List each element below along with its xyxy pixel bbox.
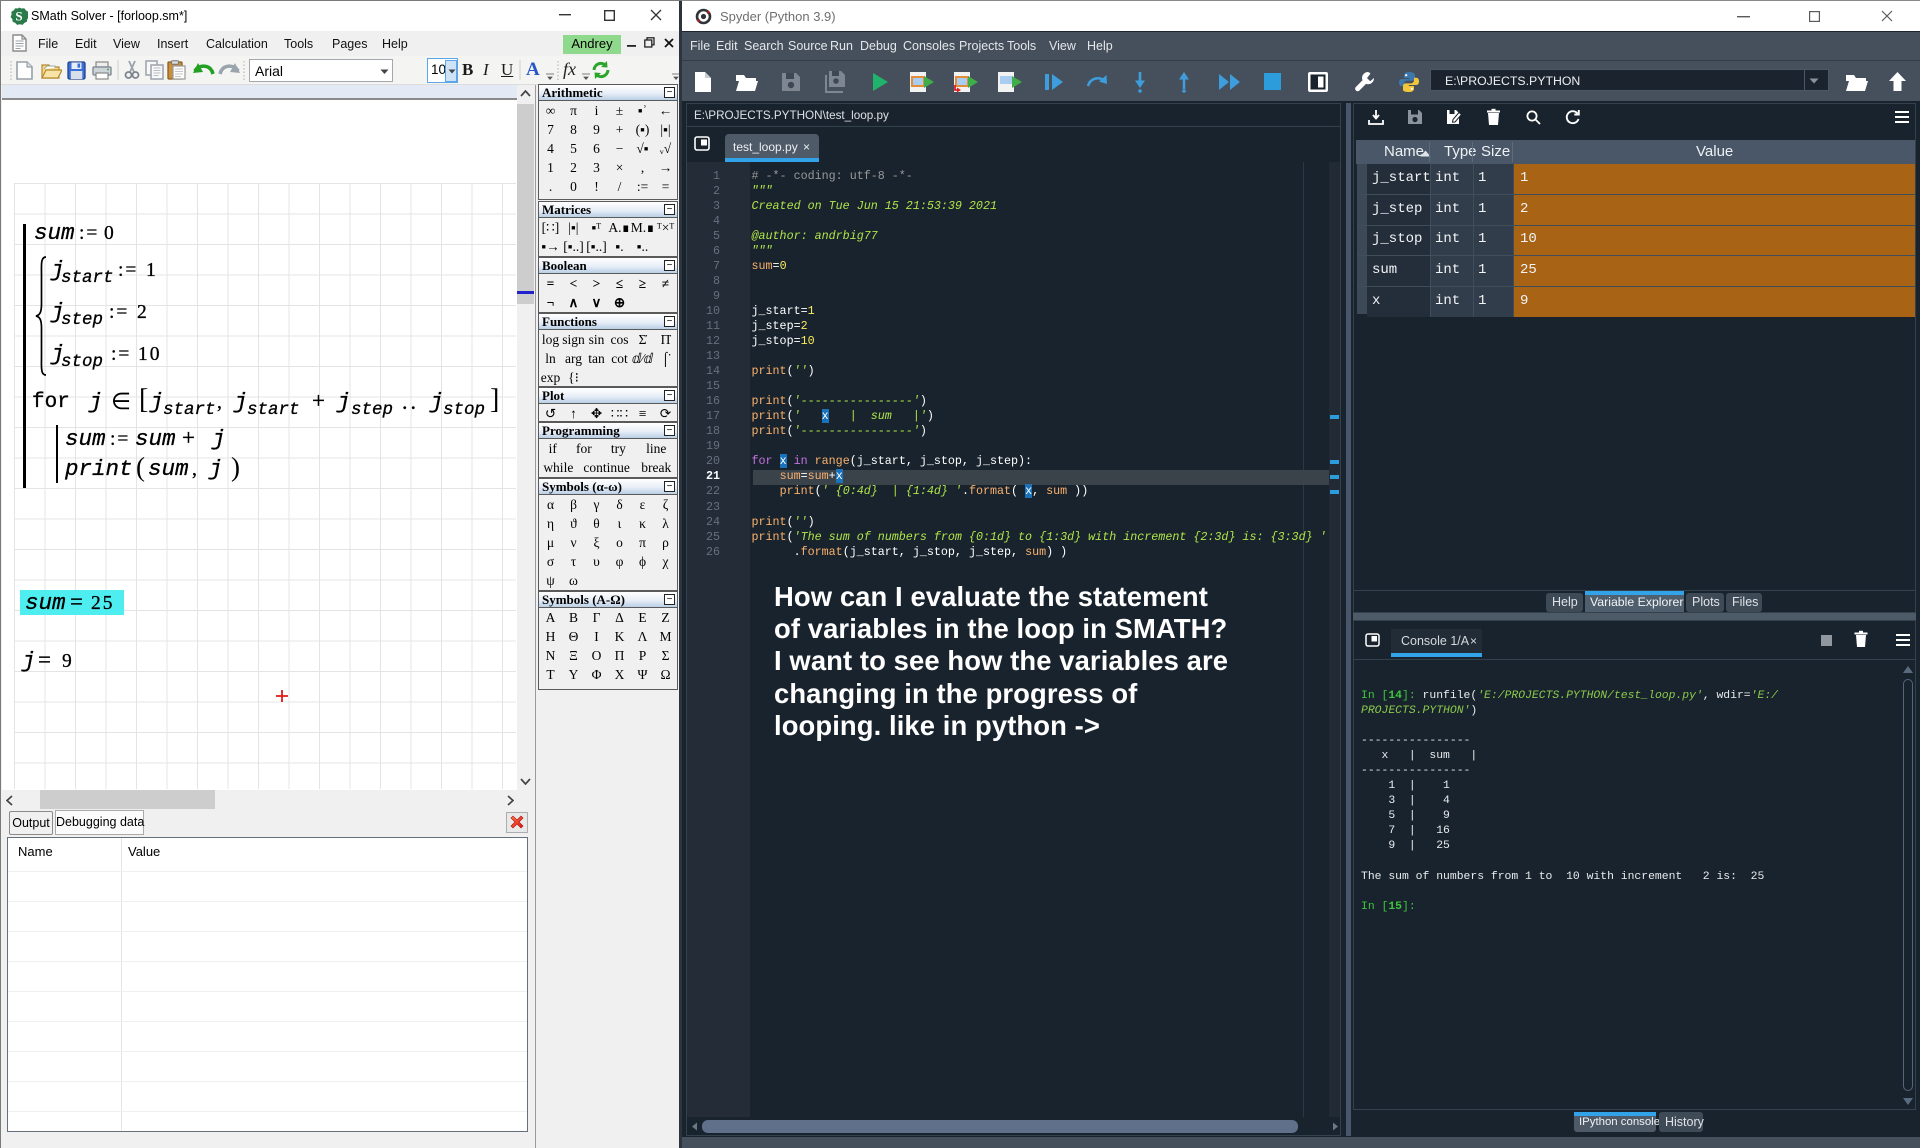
svg-text:S: S [15, 8, 22, 23]
